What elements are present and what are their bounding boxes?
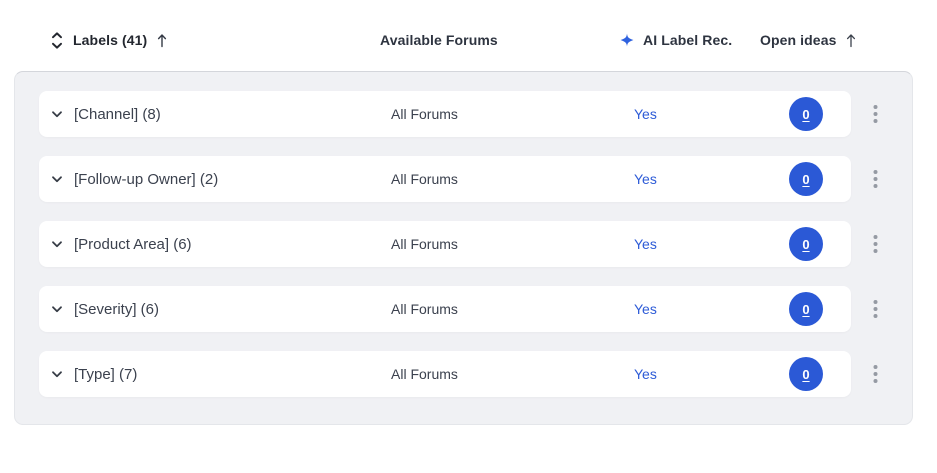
label-row-wrap: [Product Area] (6) All Forums Yes 0 bbox=[39, 221, 914, 267]
labels-list: [Channel] (8) All Forums Yes 0 [Follow-u… bbox=[39, 91, 912, 397]
chevron-down-icon[interactable] bbox=[50, 172, 64, 186]
available-forums-value: All Forums bbox=[391, 236, 458, 252]
ai-label-rec-column-title: AI Label Rec. bbox=[643, 32, 733, 48]
ai-label-rec-value: Yes bbox=[634, 366, 657, 382]
label-row[interactable]: [Channel] (8) All Forums Yes 0 bbox=[39, 91, 851, 137]
column-header-available-forums: Available Forums bbox=[380, 30, 498, 50]
ai-label-rec-value: Yes bbox=[634, 171, 657, 187]
column-header-labels[interactable]: Labels (41) bbox=[50, 30, 168, 50]
open-ideas-badge[interactable]: 0 bbox=[789, 357, 823, 391]
arrow-up-icon bbox=[156, 33, 168, 48]
label-row[interactable]: [Product Area] (6) All Forums Yes 0 bbox=[39, 221, 851, 267]
kebab-menu-icon[interactable] bbox=[867, 299, 883, 319]
chevron-down-icon[interactable] bbox=[50, 367, 64, 381]
kebab-menu-icon[interactable] bbox=[867, 169, 883, 189]
sort-unfold-icon[interactable] bbox=[50, 31, 64, 50]
chevron-down-icon[interactable] bbox=[50, 302, 64, 316]
column-header-open-ideas[interactable]: Open ideas bbox=[760, 30, 857, 50]
arrow-up-icon bbox=[845, 33, 857, 48]
kebab-menu-icon[interactable] bbox=[867, 104, 883, 124]
kebab-menu-icon[interactable] bbox=[867, 364, 883, 384]
label-row[interactable]: [Severity] (6) All Forums Yes 0 bbox=[39, 286, 851, 332]
labels-settings-page: Labels (41) Available Forums AI Label Re… bbox=[0, 0, 937, 473]
open-ideas-badge[interactable]: 0 bbox=[789, 227, 823, 261]
available-forums-value: All Forums bbox=[391, 301, 458, 317]
ai-label-rec-value: Yes bbox=[634, 106, 657, 122]
label-row-wrap: [Severity] (6) All Forums Yes 0 bbox=[39, 286, 914, 332]
label-name: [Type] (7) bbox=[74, 365, 138, 383]
chevron-down-icon[interactable] bbox=[50, 237, 64, 251]
open-ideas-column-title: Open ideas bbox=[760, 32, 837, 48]
available-forums-column-title: Available Forums bbox=[380, 32, 498, 48]
available-forums-value: All Forums bbox=[391, 106, 458, 122]
label-row[interactable]: [Follow-up Owner] (2) All Forums Yes 0 bbox=[39, 156, 851, 202]
chevron-down-icon[interactable] bbox=[50, 107, 64, 121]
ai-label-rec-value: Yes bbox=[634, 301, 657, 317]
label-row[interactable]: [Type] (7) All Forums Yes 0 bbox=[39, 351, 851, 397]
labels-list-panel: [Channel] (8) All Forums Yes 0 [Follow-u… bbox=[14, 71, 913, 425]
label-name: [Severity] (6) bbox=[74, 300, 160, 318]
column-header-ai-label-rec: AI Label Rec. bbox=[620, 30, 732, 50]
labels-column-title: Labels (41) bbox=[73, 32, 148, 48]
sparkle-icon bbox=[620, 33, 634, 47]
labels-table-header: Labels (41) Available Forums AI Label Re… bbox=[0, 0, 937, 71]
available-forums-value: All Forums bbox=[391, 171, 458, 187]
open-ideas-badge[interactable]: 0 bbox=[789, 162, 823, 196]
label-name: [Follow-up Owner] (2) bbox=[74, 170, 219, 188]
kebab-menu-icon[interactable] bbox=[867, 234, 883, 254]
label-row-wrap: [Channel] (8) All Forums Yes 0 bbox=[39, 91, 914, 137]
label-name: [Product Area] (6) bbox=[74, 235, 192, 253]
label-row-wrap: [Type] (7) All Forums Yes 0 bbox=[39, 351, 914, 397]
label-row-wrap: [Follow-up Owner] (2) All Forums Yes 0 bbox=[39, 156, 914, 202]
open-ideas-badge[interactable]: 0 bbox=[789, 292, 823, 326]
label-name: [Channel] (8) bbox=[74, 105, 161, 123]
open-ideas-badge[interactable]: 0 bbox=[789, 97, 823, 131]
available-forums-value: All Forums bbox=[391, 366, 458, 382]
ai-label-rec-value: Yes bbox=[634, 236, 657, 252]
